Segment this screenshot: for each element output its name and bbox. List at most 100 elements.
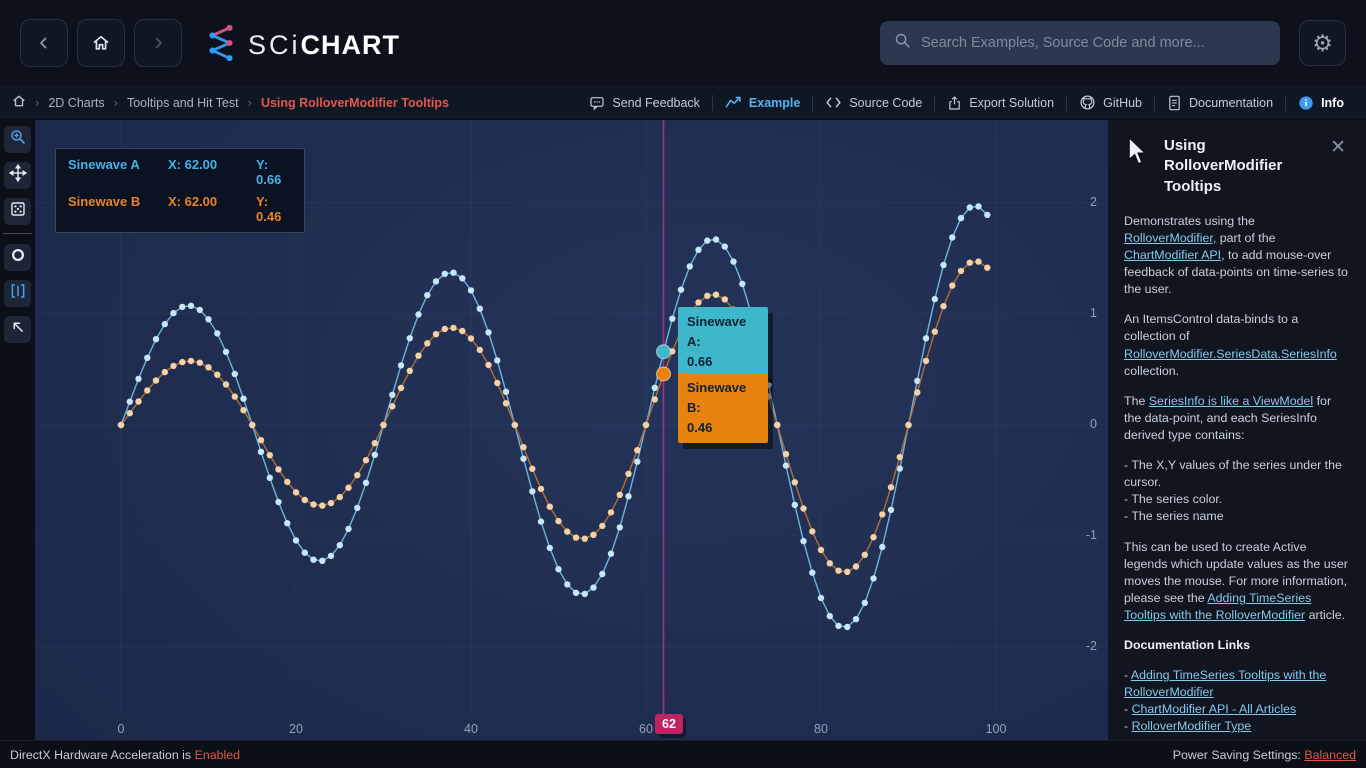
series-marker	[870, 534, 877, 541]
breadcrumb-home-icon[interactable]	[12, 94, 26, 111]
series-marker	[940, 303, 947, 310]
y-axis-tick: -1	[1085, 528, 1097, 542]
sidebar-link[interactable]: RolloverModifier.SeriesData.SeriesInfo	[1124, 347, 1337, 361]
zoom-extents-icon	[9, 200, 27, 223]
series-marker	[564, 581, 571, 588]
sidebar-link[interactable]: SeriesInfo is like a ViewModel	[1149, 394, 1313, 408]
series-marker	[984, 211, 991, 219]
back-button[interactable]	[20, 19, 68, 67]
nav-buttons	[20, 19, 182, 67]
tooltip-series-name: Sinewave A:	[687, 314, 747, 350]
search-input[interactable]	[921, 35, 1266, 51]
series-marker	[529, 488, 536, 495]
scichart-logo[interactable]: SCiCHART	[204, 22, 400, 69]
sidebar-text: -	[1124, 719, 1132, 734]
zoom-tool-button[interactable]	[4, 126, 31, 153]
sidebar-text: An ItemsControl data-binds to a collecti…	[1124, 312, 1299, 344]
series-marker	[975, 203, 982, 210]
series-marker	[809, 528, 816, 535]
series-marker	[817, 546, 825, 554]
toolbar-divider	[711, 94, 713, 111]
documentation-button[interactable]: Documentation	[1157, 95, 1283, 111]
settings-button[interactable]: ⚙	[1299, 20, 1346, 66]
series-marker	[835, 567, 842, 574]
series-marker	[144, 387, 151, 394]
series-marker	[362, 457, 370, 464]
source-code-button[interactable]: Source Code	[815, 95, 932, 110]
power-saving-link[interactable]: Balanced	[1304, 748, 1356, 762]
series-marker	[266, 474, 273, 481]
series-marker	[406, 367, 413, 374]
series-marker	[196, 306, 203, 314]
series-marker	[800, 537, 807, 545]
logo-text-bold: CHART	[300, 30, 401, 60]
series-marker	[529, 465, 536, 472]
series-marker	[791, 501, 798, 509]
series-marker	[494, 357, 501, 364]
series-marker	[966, 259, 973, 266]
example-button[interactable]: Example	[715, 95, 810, 110]
series-marker	[476, 305, 483, 312]
sidebar-link[interactable]: ChartModifier API	[1124, 248, 1221, 262]
series-marker	[572, 589, 580, 596]
zoom-extents-button[interactable]	[4, 198, 31, 225]
axis-range-button[interactable]	[4, 280, 31, 307]
feedback-bubble-icon	[589, 95, 605, 111]
series-marker	[467, 287, 475, 294]
x-axis-tick: 40	[464, 722, 478, 736]
chevron-left-icon	[35, 34, 53, 52]
export-solution-button[interactable]: Export Solution	[937, 95, 1064, 111]
series-marker	[301, 496, 308, 504]
sidebar-text: -	[1124, 702, 1132, 717]
series-marker	[152, 336, 160, 343]
series-marker	[861, 599, 868, 606]
series-marker	[152, 377, 160, 384]
series-marker	[616, 524, 623, 531]
sidebar-link[interactable]: RolloverModifier Type	[1132, 719, 1252, 733]
breadcrumb-separator: ›	[35, 95, 40, 110]
forward-button[interactable]	[134, 19, 182, 67]
series-marker	[599, 522, 606, 530]
pan-tool-button[interactable]	[4, 162, 31, 189]
github-button[interactable]: GitHub	[1069, 94, 1152, 111]
breadcrumb-item-tooltips-and-hit-test[interactable]: Tooltips and Hit Test	[127, 96, 239, 110]
series-marker	[949, 234, 956, 241]
action-toolbar: Send Feedback Example Source Code Export…	[579, 94, 1354, 111]
series-marker	[581, 590, 588, 598]
series-marker	[590, 531, 597, 538]
rotate-tool-button[interactable]	[4, 244, 31, 271]
series-marker	[502, 400, 510, 407]
series-marker	[327, 552, 335, 560]
series-marker	[441, 270, 448, 277]
toolbar-divider	[1066, 94, 1068, 111]
search-box[interactable]	[880, 21, 1280, 65]
sidebar-block: - The X,Y values of the series under the…	[1124, 457, 1350, 525]
series-marker	[231, 393, 238, 400]
series-marker	[782, 450, 790, 458]
series-marker	[424, 292, 431, 299]
breadcrumb-item-current[interactable]: Using RolloverModifier Tooltips	[261, 96, 449, 110]
breadcrumb-item-2d-charts[interactable]: 2D Charts	[48, 96, 104, 110]
series-marker	[817, 594, 825, 602]
info-button[interactable]: Info	[1288, 95, 1354, 111]
chevron-right-icon	[149, 34, 167, 52]
hardware-acceleration-status: DirectX Hardware Acceleration is Enabled	[10, 748, 240, 762]
breadcrumb-bar: › 2D Charts › Tooltips and Hit Test › Us…	[0, 86, 1366, 120]
series-marker	[590, 584, 597, 591]
series-marker	[126, 398, 133, 405]
sidebar-link[interactable]: Adding TimeSeries Tooltips with the Roll…	[1124, 668, 1326, 699]
breadcrumb-separator: ›	[113, 95, 118, 110]
series-marker	[345, 484, 352, 491]
close-panel-button[interactable]: ✕	[1326, 136, 1350, 159]
send-feedback-button[interactable]: Send Feedback	[579, 95, 710, 111]
toolbar-divider	[934, 94, 936, 111]
home-button[interactable]	[77, 19, 125, 67]
series-marker	[957, 267, 965, 275]
series-marker	[852, 616, 860, 623]
cursor-select-button[interactable]	[4, 316, 31, 343]
sidebar-link[interactable]: ChartModifier API - All Articles	[1132, 702, 1297, 716]
series-marker	[555, 517, 562, 525]
sidebar-body: Demonstrates using the RolloverModifier,…	[1124, 213, 1350, 740]
status-bar: DirectX Hardware Acceleration is Enabled…	[0, 740, 1366, 768]
sidebar-link[interactable]: RolloverModifier,	[1124, 231, 1216, 245]
